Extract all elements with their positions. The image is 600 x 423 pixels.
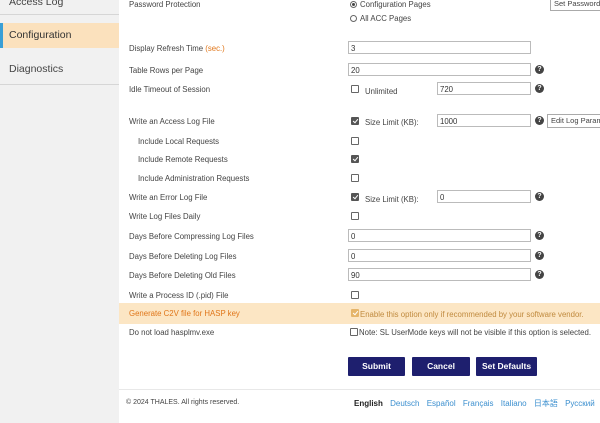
access-log-row: Write an Access Log File Size Limit (KB)…: [119, 113, 600, 130]
language-japanese[interactable]: 日本語: [534, 399, 558, 408]
language-francais[interactable]: Français: [463, 399, 494, 408]
table-rows-input[interactable]: 20: [348, 63, 531, 76]
error-log-size-input[interactable]: 0: [437, 190, 531, 203]
unlimited-label: Unlimited: [365, 87, 398, 96]
copyright: © 2024 THALES. All rights reserved.: [126, 399, 240, 406]
access-log-checkbox[interactable]: [351, 117, 359, 125]
cancel-button[interactable]: Cancel: [412, 357, 470, 376]
language-espanol[interactable]: Español: [427, 399, 456, 408]
delete-log-row: Days Before Deleting Log Files 0 ?: [119, 248, 600, 265]
language-english[interactable]: English: [354, 399, 383, 408]
refresh-row: Display Refresh Time (sec.) 3: [119, 40, 600, 57]
sidebar: Access Log Configuration Diagnostics: [0, 0, 119, 423]
submit-button[interactable]: Submit: [348, 357, 405, 376]
sidebar-divider: [0, 84, 119, 85]
idle-timeout-row: Idle Timeout of Session Unlimited 720 ?: [119, 81, 600, 98]
all-acc-pages-label: All ACC Pages: [360, 14, 412, 23]
language-italiano[interactable]: Italiano: [501, 399, 527, 408]
hasplmv-label: Do not load hasplmv.exe: [129, 328, 215, 337]
language-selector: English Deutsch Español Français Italian…: [354, 398, 600, 409]
footer-divider: [119, 389, 600, 390]
all-acc-pages-row: All ACC Pages: [119, 10, 600, 27]
include-remote-label: Include Remote Requests: [138, 155, 228, 164]
daily-checkbox[interactable]: [351, 212, 359, 220]
daily-label: Write Log Files Daily: [129, 212, 201, 221]
pid-checkbox[interactable]: [351, 291, 359, 299]
pid-label: Write a Process ID (.pid) File: [129, 291, 229, 300]
edit-log-parameters-button[interactable]: Edit Log Parameters: [547, 114, 600, 128]
language-russian[interactable]: Русский: [565, 399, 595, 408]
configuration-form: Password Protection Configuration Pages …: [119, 0, 600, 423]
delete-old-label: Days Before Deleting Old Files: [129, 271, 236, 280]
c2v-note: Enable this option only if recommended b…: [360, 310, 584, 319]
table-rows-label: Table Rows per Page: [129, 66, 204, 75]
help-icon[interactable]: ?: [535, 270, 544, 279]
delete-old-row: Days Before Deleting Old Files 90 ?: [119, 267, 600, 284]
include-local-label: Include Local Requests: [138, 137, 220, 146]
error-log-checkbox[interactable]: [351, 193, 359, 201]
sidebar-item-diagnostics[interactable]: Diagnostics: [0, 57, 119, 82]
include-remote-checkbox[interactable]: [351, 155, 359, 163]
table-rows-row: Table Rows per Page 20 ?: [119, 62, 600, 79]
hasplmv-checkbox[interactable]: [350, 328, 358, 336]
daily-row: Write Log Files Daily: [119, 208, 600, 225]
refresh-time-input[interactable]: 3: [348, 41, 531, 54]
compress-label: Days Before Compressing Log Files: [129, 232, 254, 241]
error-log-size-label: Size Limit (KB):: [365, 195, 419, 204]
help-icon[interactable]: ?: [535, 65, 544, 74]
help-icon[interactable]: ?: [535, 84, 544, 93]
hasplmv-note: Note: SL UserMode keys will not be visib…: [359, 328, 591, 337]
footer: © 2024 THALES. All rights reserved. Engl…: [119, 393, 600, 423]
sidebar-item-access-log[interactable]: Access Log: [0, 0, 119, 15]
refresh-label: Display Refresh Time (sec.): [129, 44, 225, 53]
help-icon[interactable]: ?: [535, 192, 544, 201]
help-icon[interactable]: ?: [535, 116, 544, 125]
access-log-size-input[interactable]: 1000: [437, 114, 531, 127]
language-deutsch[interactable]: Deutsch: [390, 399, 419, 408]
include-local-row: Include Local Requests: [119, 133, 600, 150]
c2v-row: Generate C2V file for HASP key Enable th…: [119, 303, 600, 324]
pid-row: Write a Process ID (.pid) File: [119, 287, 600, 304]
delete-old-days-input[interactable]: 90: [348, 268, 531, 281]
access-log-label: Write an Access Log File: [129, 117, 215, 126]
sidebar-divider: [0, 14, 119, 15]
delete-log-days-input[interactable]: 0: [348, 249, 531, 262]
config-pages-radio[interactable]: [350, 1, 357, 8]
include-admin-row: Include Administration Requests: [119, 170, 600, 187]
sidebar-item-configuration[interactable]: Configuration: [0, 23, 119, 48]
error-log-label: Write an Error Log File: [129, 193, 208, 202]
all-acc-pages-radio[interactable]: [350, 15, 357, 22]
compress-days-input[interactable]: 0: [348, 229, 531, 242]
access-log-size-label: Size Limit (KB):: [365, 118, 419, 127]
include-admin-label: Include Administration Requests: [138, 174, 250, 183]
hasplmv-row: Do not load hasplmv.exe Note: SL UserMod…: [119, 324, 600, 341]
include-admin-checkbox[interactable]: [351, 174, 359, 182]
set-defaults-button[interactable]: Set Defaults: [476, 357, 537, 376]
include-local-checkbox[interactable]: [351, 137, 359, 145]
include-remote-row: Include Remote Requests: [119, 151, 600, 168]
help-icon[interactable]: ?: [535, 251, 544, 260]
compress-row: Days Before Compressing Log Files 0 ?: [119, 228, 600, 245]
help-icon[interactable]: ?: [535, 231, 544, 240]
c2v-checkbox[interactable]: [351, 309, 359, 317]
unlimited-checkbox[interactable]: [351, 85, 359, 93]
idle-timeout-input[interactable]: 720: [437, 82, 531, 95]
delete-log-label: Days Before Deleting Log Files: [129, 252, 237, 261]
error-log-row: Write an Error Log File Size Limit (KB):…: [119, 189, 600, 206]
c2v-label: Generate C2V file for HASP key: [129, 309, 240, 318]
idle-timeout-label: Idle Timeout of Session: [129, 85, 211, 94]
